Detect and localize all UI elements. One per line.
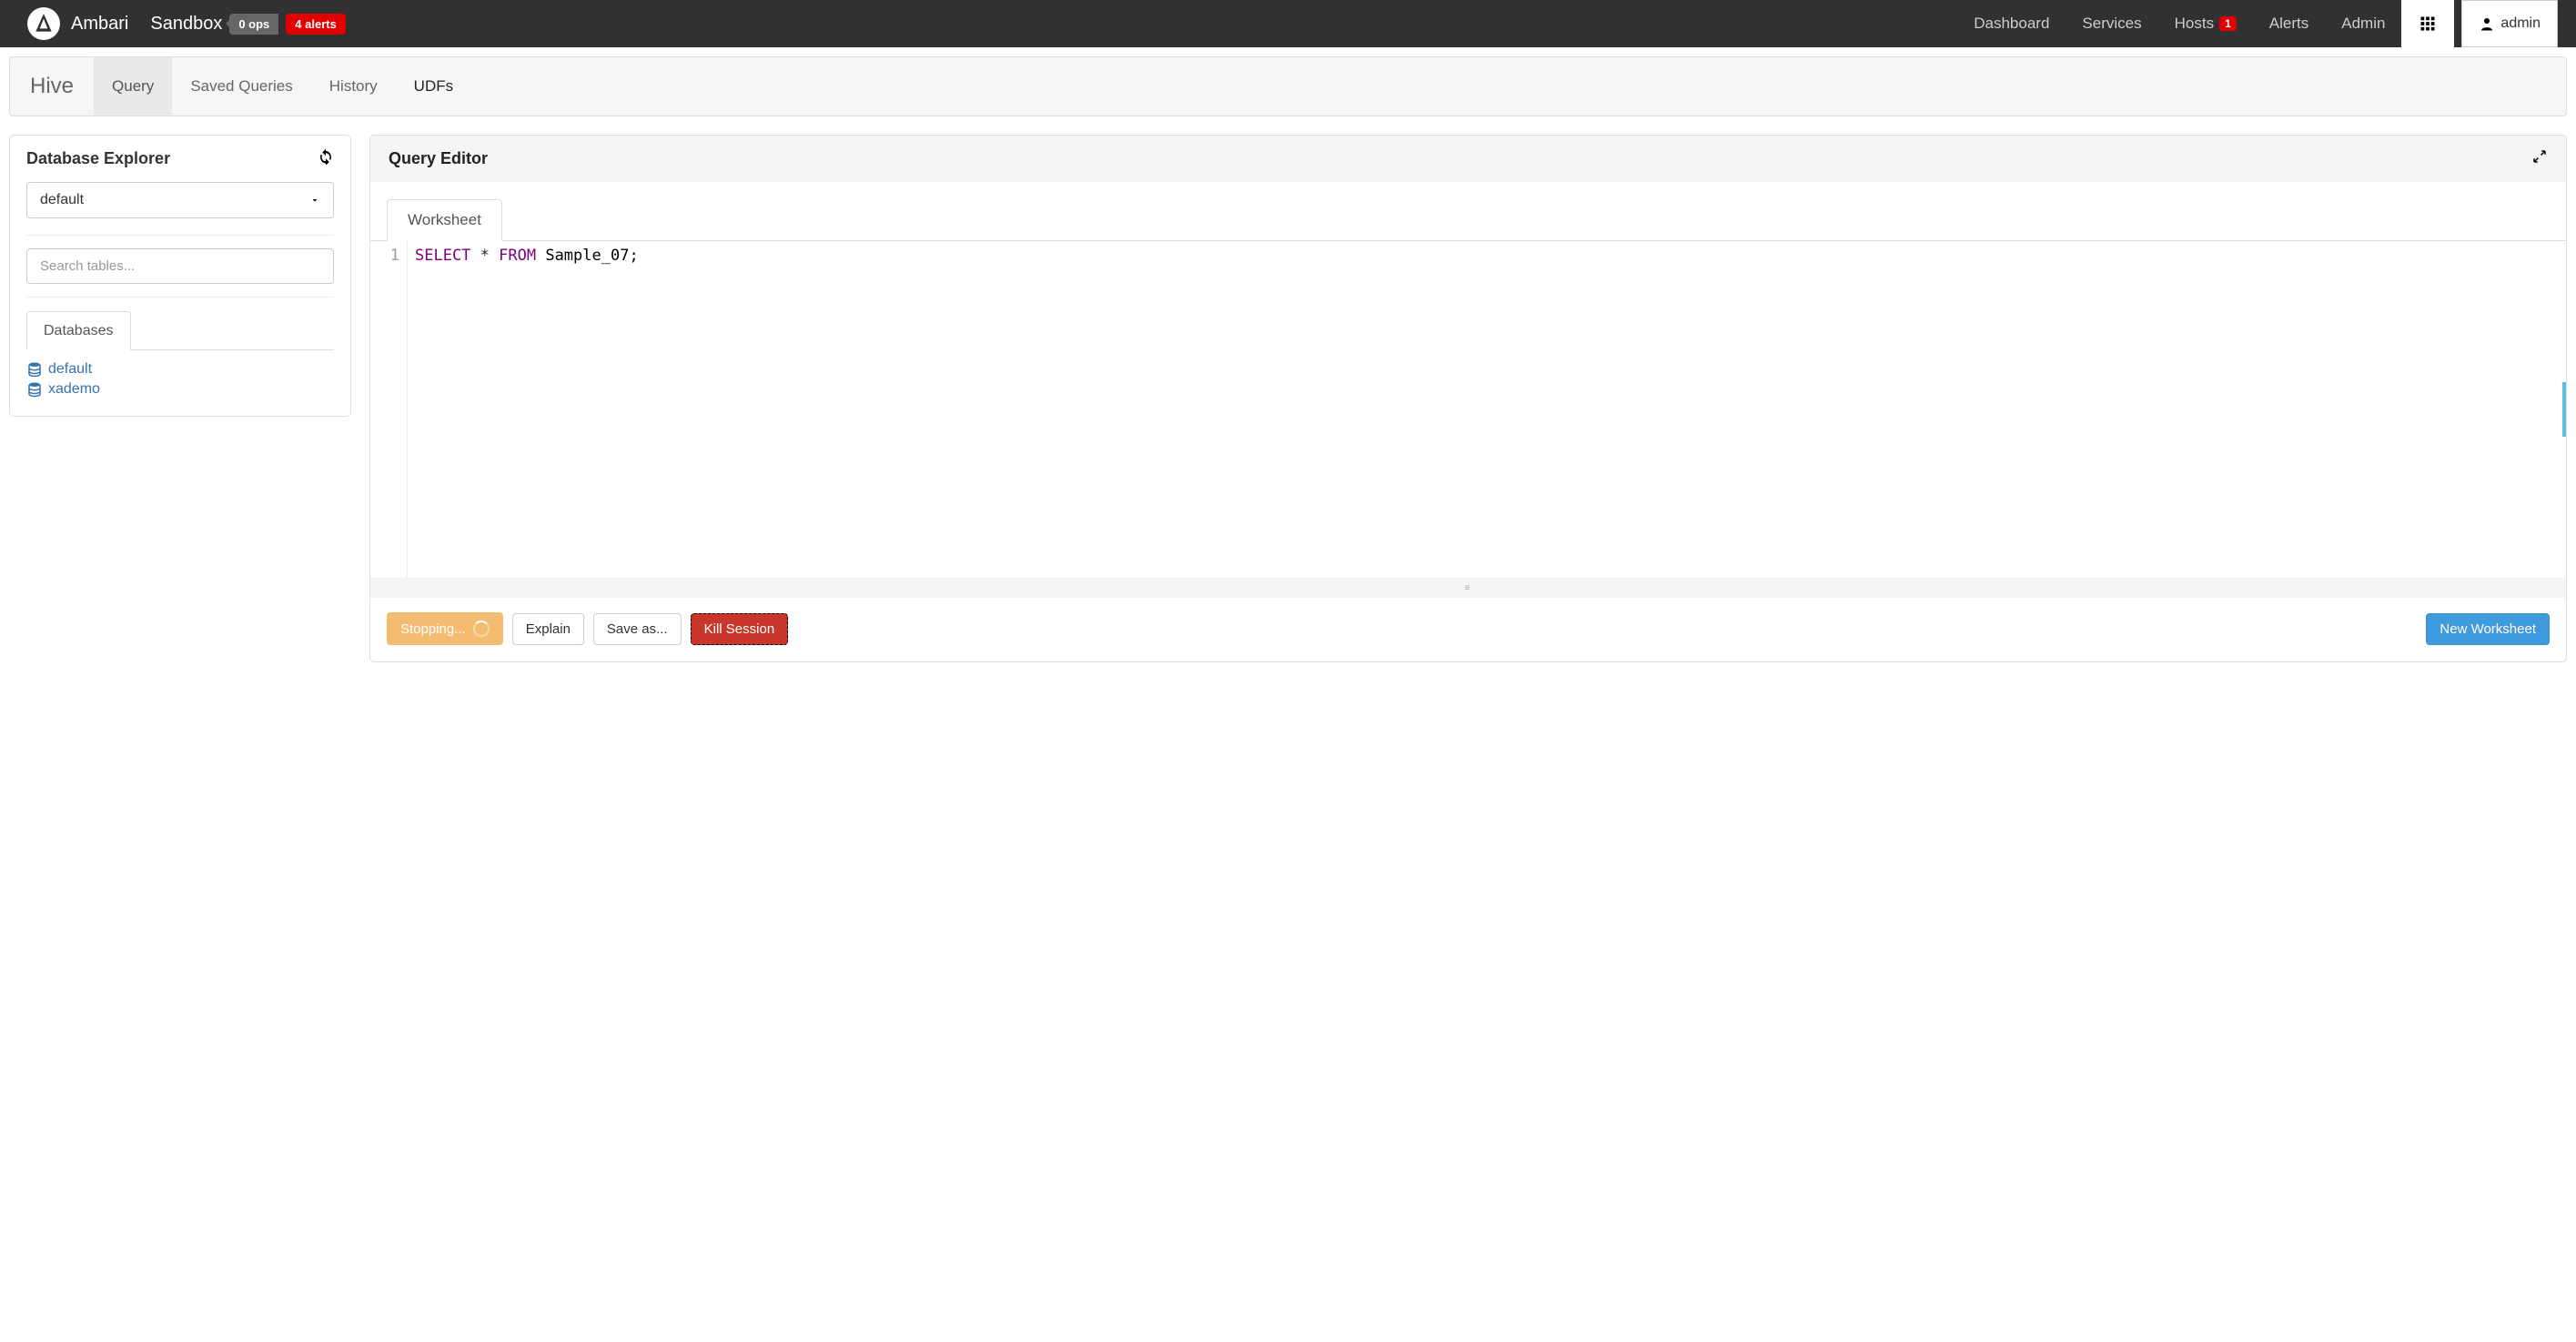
brand-label: Ambari (71, 14, 128, 35)
tab-udfs[interactable]: UDFs (396, 57, 471, 116)
divider (26, 297, 334, 298)
nav-user-menu[interactable]: admin (2461, 0, 2558, 47)
ops-badge[interactable]: 0 ops (229, 14, 278, 35)
tab-history[interactable]: History (311, 57, 396, 116)
database-item-label: default (48, 361, 92, 378)
nav-hosts-label: Hosts (2175, 15, 2214, 33)
alerts-badge[interactable]: 4 alerts (286, 14, 346, 35)
query-editor-title: Query Editor (389, 149, 488, 168)
resize-handle-right[interactable] (2562, 382, 2566, 437)
nav-hosts[interactable]: Hosts 1 (2158, 0, 2253, 47)
refresh-icon (318, 148, 334, 165)
caret-down-icon (309, 195, 320, 206)
expand-icon (2531, 148, 2548, 165)
code-editor[interactable]: 1 SELECT * FROM Sample_07; (370, 241, 2566, 578)
database-select[interactable]: default (26, 182, 334, 218)
database-select-value: default (40, 192, 84, 208)
databases-tab[interactable]: Databases (26, 311, 131, 350)
worksheet-tabs: Worksheet (370, 182, 2566, 241)
new-worksheet-button[interactable]: New Worksheet (2426, 613, 2550, 645)
query-editor-panel: Query Editor Worksheet 1 SELECT * FROM S… (369, 135, 2567, 662)
sql-text: Sample_07; (536, 247, 639, 265)
sidebar: Database Explorer default Databases (9, 135, 351, 417)
ambari-logo-icon (27, 7, 60, 40)
user-name: admin (2500, 15, 2541, 32)
kill-session-button[interactable]: Kill Session (691, 613, 789, 645)
spinner-icon (473, 621, 490, 637)
editor-resize-bar[interactable]: ≡ (370, 578, 2566, 598)
line-number: 1 (390, 247, 399, 265)
expand-button[interactable] (2531, 148, 2548, 169)
search-tables-input[interactable] (26, 248, 334, 284)
top-navbar: Ambari Sandbox 0 ops 4 alerts Dashboard … (0, 0, 2576, 47)
tab-query[interactable]: Query (94, 57, 172, 116)
nav-admin[interactable]: Admin (2325, 0, 2401, 47)
database-icon (26, 361, 43, 378)
tab-saved-queries[interactable]: Saved Queries (172, 57, 310, 116)
editor-toolbar: Stopping... Explain Save as... Kill Sess… (370, 598, 2566, 661)
brand[interactable]: Ambari (27, 7, 128, 40)
nav-services[interactable]: Services (2066, 0, 2157, 47)
execute-button[interactable]: Stopping... (387, 612, 503, 645)
databases-tabbar: Databases (26, 310, 334, 350)
execute-button-label: Stopping... (400, 621, 466, 637)
cluster-selector[interactable]: Sandbox 0 ops 4 alerts (150, 14, 345, 35)
nav-links: Dashboard Services Hosts 1 Alerts Admin … (1957, 0, 2558, 47)
sql-keyword: FROM (499, 247, 536, 265)
database-icon (26, 381, 43, 398)
sql-keyword: SELECT (415, 247, 470, 265)
explain-button[interactable]: Explain (512, 613, 584, 645)
database-item-default[interactable]: default (26, 359, 334, 379)
drag-handle-icon: ≡ (1465, 583, 1472, 593)
cluster-name: Sandbox (150, 14, 222, 35)
database-item-xademo[interactable]: xademo (26, 379, 334, 399)
sql-text: * (470, 247, 499, 265)
hosts-count-badge: 1 (2219, 16, 2237, 31)
nav-apps-launcher[interactable] (2401, 0, 2454, 47)
database-explorer-panel: Database Explorer default Databases (9, 135, 351, 417)
main-layout: Database Explorer default Databases (0, 116, 2576, 681)
save-as-button[interactable]: Save as... (593, 613, 682, 645)
hive-subnav: Hive Query Saved Queries History UDFs (9, 56, 2567, 116)
database-item-label: xademo (48, 381, 100, 398)
apps-grid-icon (2419, 15, 2436, 32)
code-content[interactable]: SELECT * FROM Sample_07; (407, 241, 2566, 578)
content: Query Editor Worksheet 1 SELECT * FROM S… (369, 135, 2567, 662)
line-gutter: 1 (370, 241, 407, 578)
divider (26, 235, 334, 236)
worksheet-tab[interactable]: Worksheet (387, 199, 502, 241)
database-explorer-title: Database Explorer (26, 149, 170, 168)
nav-dashboard[interactable]: Dashboard (1957, 0, 2066, 47)
refresh-button[interactable] (318, 148, 334, 169)
subnav-title: Hive (10, 57, 94, 116)
nav-alerts[interactable]: Alerts (2253, 0, 2325, 47)
user-icon (2479, 15, 2495, 32)
